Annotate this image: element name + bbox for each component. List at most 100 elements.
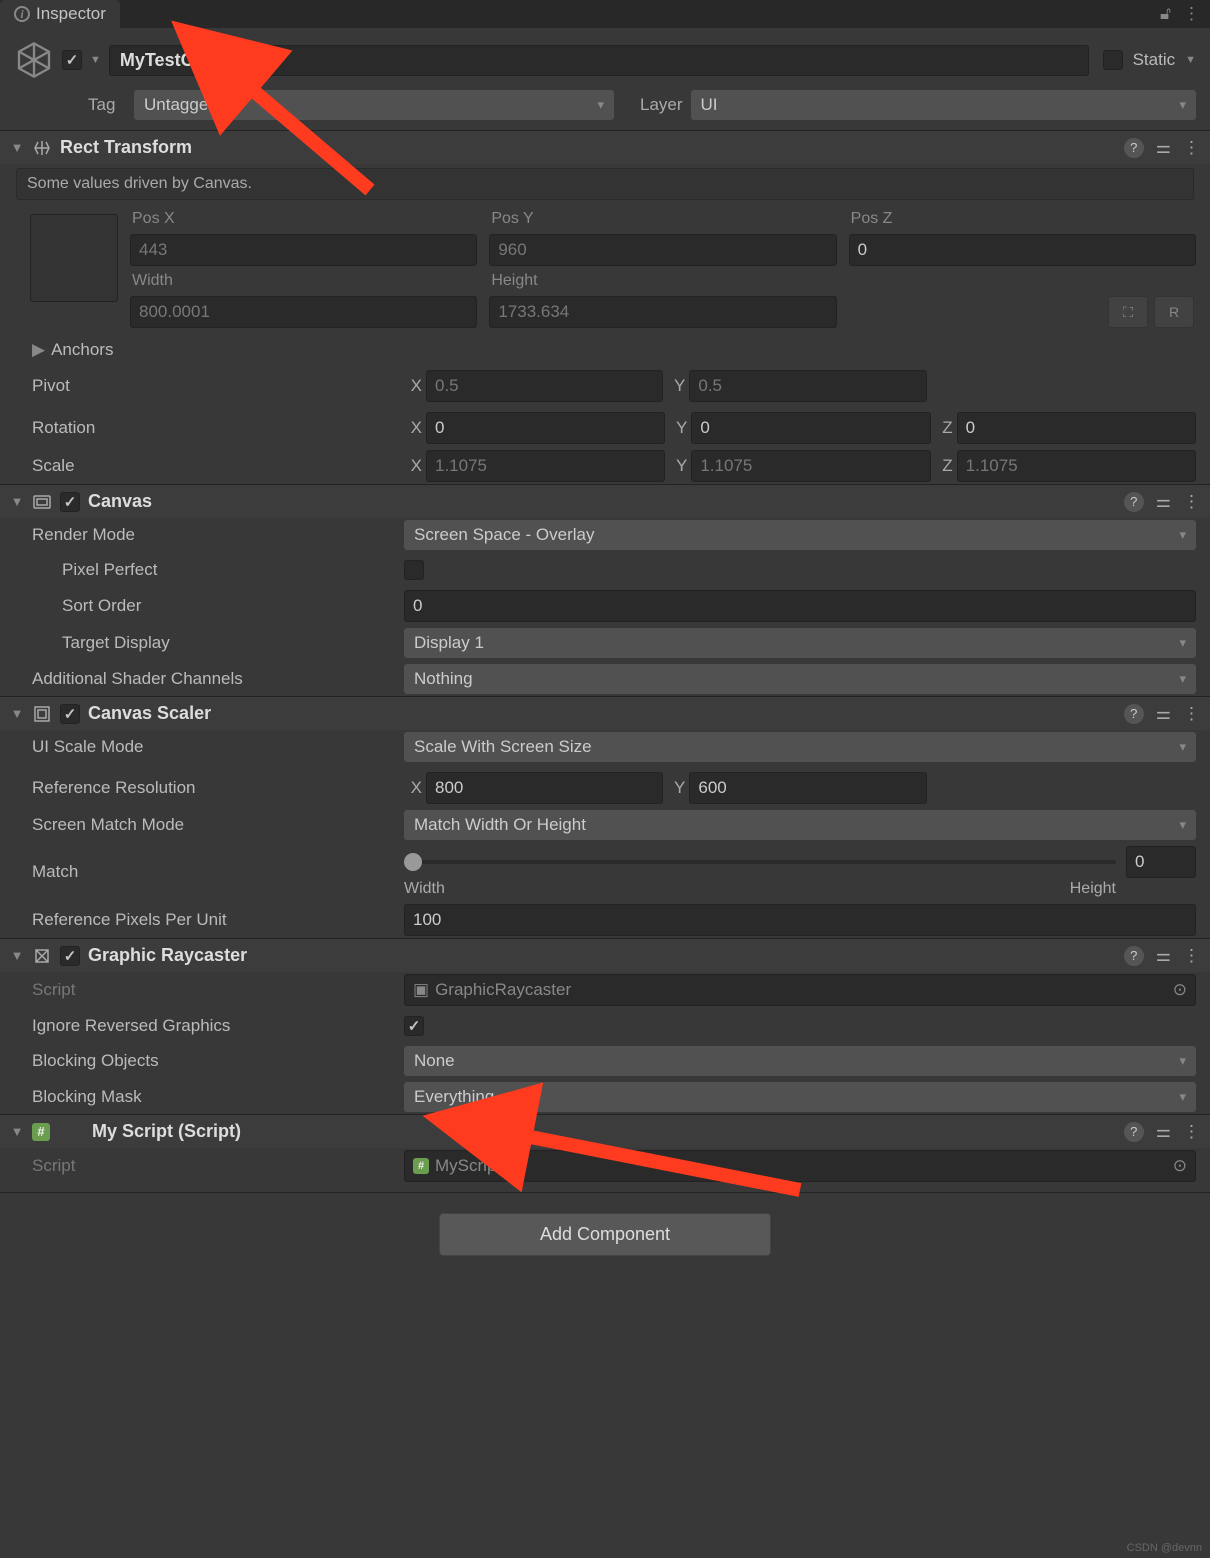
help-icon[interactable]: ? bbox=[1124, 1122, 1144, 1142]
object-picker-icon[interactable]: ⊙ bbox=[1173, 1156, 1187, 1176]
match-min-label: Width bbox=[404, 880, 445, 898]
gameobject-header: ▼ MyTestObject Static ▼ bbox=[0, 28, 1210, 86]
context-menu-icon[interactable]: ⋮ bbox=[1183, 138, 1200, 158]
rot-x-field[interactable]: 0 bbox=[426, 412, 665, 444]
width-field[interactable]: 800.0001 bbox=[130, 296, 477, 328]
help-icon[interactable]: ? bbox=[1124, 492, 1144, 512]
ref-res-label: Reference Resolution bbox=[14, 774, 394, 802]
object-picker-icon[interactable]: ⊙ bbox=[1173, 980, 1187, 1000]
preset-icon[interactable]: ⚌ bbox=[1156, 704, 1171, 724]
component-title: Canvas Scaler bbox=[88, 703, 1116, 724]
render-mode-dropdown[interactable]: Screen Space - Overlay bbox=[404, 520, 1196, 550]
rot-y-field[interactable]: 0 bbox=[691, 412, 930, 444]
pivot-x-field[interactable]: 0.5 bbox=[426, 370, 663, 402]
render-mode-label: Render Mode bbox=[14, 521, 394, 549]
scale-mode-dropdown[interactable]: Scale With Screen Size bbox=[404, 732, 1196, 762]
enabled-checkbox[interactable] bbox=[62, 50, 82, 70]
lock-icon[interactable]: 🔓︎ bbox=[1160, 4, 1171, 24]
blocking-mask-dropdown[interactable]: Everything bbox=[404, 1082, 1196, 1112]
scale-x-field[interactable]: 1.1075 bbox=[426, 450, 665, 482]
posx-field[interactable]: 443 bbox=[130, 234, 477, 266]
foldout-icon[interactable]: ▼ bbox=[10, 706, 24, 721]
foldout-icon[interactable]: ▼ bbox=[10, 140, 24, 155]
script-field: ▣ GraphicRaycaster ⊙ bbox=[404, 974, 1196, 1006]
blocking-obj-dropdown[interactable]: None bbox=[404, 1046, 1196, 1076]
foldout-icon[interactable]: ▼ bbox=[10, 1124, 24, 1139]
posy-field[interactable]: 960 bbox=[489, 234, 836, 266]
rect-transform-icon bbox=[32, 138, 52, 158]
object-name-input[interactable]: MyTestObject bbox=[109, 45, 1089, 76]
canvas-scaler-icon bbox=[32, 704, 52, 724]
pixel-perfect-checkbox[interactable] bbox=[404, 560, 424, 580]
posx-label: Pos X bbox=[130, 210, 477, 228]
foldout-icon[interactable]: ▼ bbox=[10, 948, 24, 963]
ref-x-field[interactable]: 800 bbox=[426, 772, 663, 804]
scaler-enabled-checkbox[interactable] bbox=[60, 704, 80, 724]
context-menu-icon[interactable]: ⋮ bbox=[1183, 492, 1200, 512]
anchor-presets-button[interactable] bbox=[30, 214, 118, 302]
tag-layer-row: Tag Untagged Layer UI bbox=[0, 86, 1210, 130]
context-menu-icon[interactable]: ⋮ bbox=[1183, 1122, 1200, 1142]
raycaster-enabled-checkbox[interactable] bbox=[60, 946, 80, 966]
match-mode-dropdown[interactable]: Match Width Or Height bbox=[404, 810, 1196, 840]
rot-z-field[interactable]: 0 bbox=[957, 412, 1196, 444]
anchors-foldout[interactable]: ▶Anchors bbox=[14, 336, 394, 364]
preset-icon[interactable]: ⚌ bbox=[1156, 1122, 1171, 1142]
scale-z-field[interactable]: 1.1075 bbox=[957, 450, 1196, 482]
ignore-rev-checkbox[interactable] bbox=[404, 1016, 424, 1036]
static-checkbox[interactable] bbox=[1103, 50, 1123, 70]
context-menu-icon[interactable]: ⋮ bbox=[1183, 704, 1200, 724]
match-slider[interactable] bbox=[404, 860, 1116, 864]
match-value-field[interactable]: 0 bbox=[1126, 846, 1196, 878]
script-label: Script bbox=[14, 1152, 394, 1180]
rotation-label: Rotation bbox=[14, 414, 394, 442]
blocking-mask-label: Blocking Mask bbox=[14, 1083, 394, 1111]
tab-menu-icon[interactable]: ⋮ bbox=[1183, 4, 1200, 24]
gameobject-icon[interactable] bbox=[14, 40, 54, 80]
posz-label: Pos Z bbox=[849, 210, 1196, 228]
help-icon[interactable]: ? bbox=[1124, 704, 1144, 724]
component-title: My Script (Script) bbox=[92, 1121, 1116, 1142]
match-label: Match bbox=[14, 858, 394, 886]
match-max-label: Height bbox=[1070, 880, 1116, 898]
posz-field[interactable]: 0 bbox=[849, 234, 1196, 266]
foldout-icon[interactable]: ▼ bbox=[10, 494, 24, 509]
tag-dropdown[interactable]: Untagged bbox=[134, 90, 614, 120]
help-icon[interactable]: ? bbox=[1124, 946, 1144, 966]
tab-bar: i Inspector 🔓︎ ⋮ bbox=[0, 0, 1210, 28]
inspector-tab[interactable]: i Inspector bbox=[0, 0, 120, 28]
scale-y-field[interactable]: 1.1075 bbox=[691, 450, 930, 482]
posy-label: Pos Y bbox=[489, 210, 836, 228]
preset-icon[interactable]: ⚌ bbox=[1156, 138, 1171, 158]
canvas-component: ▼ Canvas ? ⚌ ⋮ Render Mode Screen Space … bbox=[0, 484, 1210, 696]
canvas-scaler-component: ▼ Canvas Scaler ? ⚌ ⋮ UI Scale Mode Scal… bbox=[0, 696, 1210, 938]
add-component-button[interactable]: Add Component bbox=[439, 1213, 771, 1256]
preset-icon[interactable]: ⚌ bbox=[1156, 492, 1171, 512]
height-field[interactable]: 1733.634 bbox=[489, 296, 836, 328]
help-icon[interactable]: ? bbox=[1124, 138, 1144, 158]
sort-order-field[interactable]: 0 bbox=[404, 590, 1196, 622]
sort-order-label: Sort Order bbox=[14, 592, 394, 620]
pivot-label: Pivot bbox=[14, 372, 394, 400]
ref-ppu-label: Reference Pixels Per Unit bbox=[14, 906, 394, 934]
component-title: Graphic Raycaster bbox=[88, 945, 1116, 966]
context-menu-icon[interactable]: ⋮ bbox=[1183, 946, 1200, 966]
ref-y-field[interactable]: 600 bbox=[689, 772, 926, 804]
preset-icon[interactable]: ⚌ bbox=[1156, 946, 1171, 966]
chevron-down-icon[interactable]: ▼ bbox=[90, 54, 101, 66]
info-icon: i bbox=[14, 6, 30, 22]
graphic-raycaster-icon bbox=[32, 946, 52, 966]
layer-dropdown[interactable]: UI bbox=[691, 90, 1196, 120]
target-display-dropdown[interactable]: Display 1 bbox=[404, 628, 1196, 658]
script-field: # MyScript ⊙ bbox=[404, 1150, 1196, 1182]
raw-edit-button[interactable]: R bbox=[1154, 296, 1194, 328]
static-label: Static bbox=[1131, 50, 1178, 70]
static-dropdown-icon[interactable]: ▼ bbox=[1185, 54, 1196, 66]
pivot-y-field[interactable]: 0.5 bbox=[689, 370, 926, 402]
blueprint-button[interactable]: ⛶ bbox=[1108, 296, 1148, 328]
blocking-obj-label: Blocking Objects bbox=[14, 1047, 394, 1075]
ref-ppu-field[interactable]: 100 bbox=[404, 904, 1196, 936]
canvas-enabled-checkbox[interactable] bbox=[60, 492, 80, 512]
tab-title: Inspector bbox=[36, 4, 106, 24]
addl-channels-dropdown[interactable]: Nothing bbox=[404, 664, 1196, 694]
